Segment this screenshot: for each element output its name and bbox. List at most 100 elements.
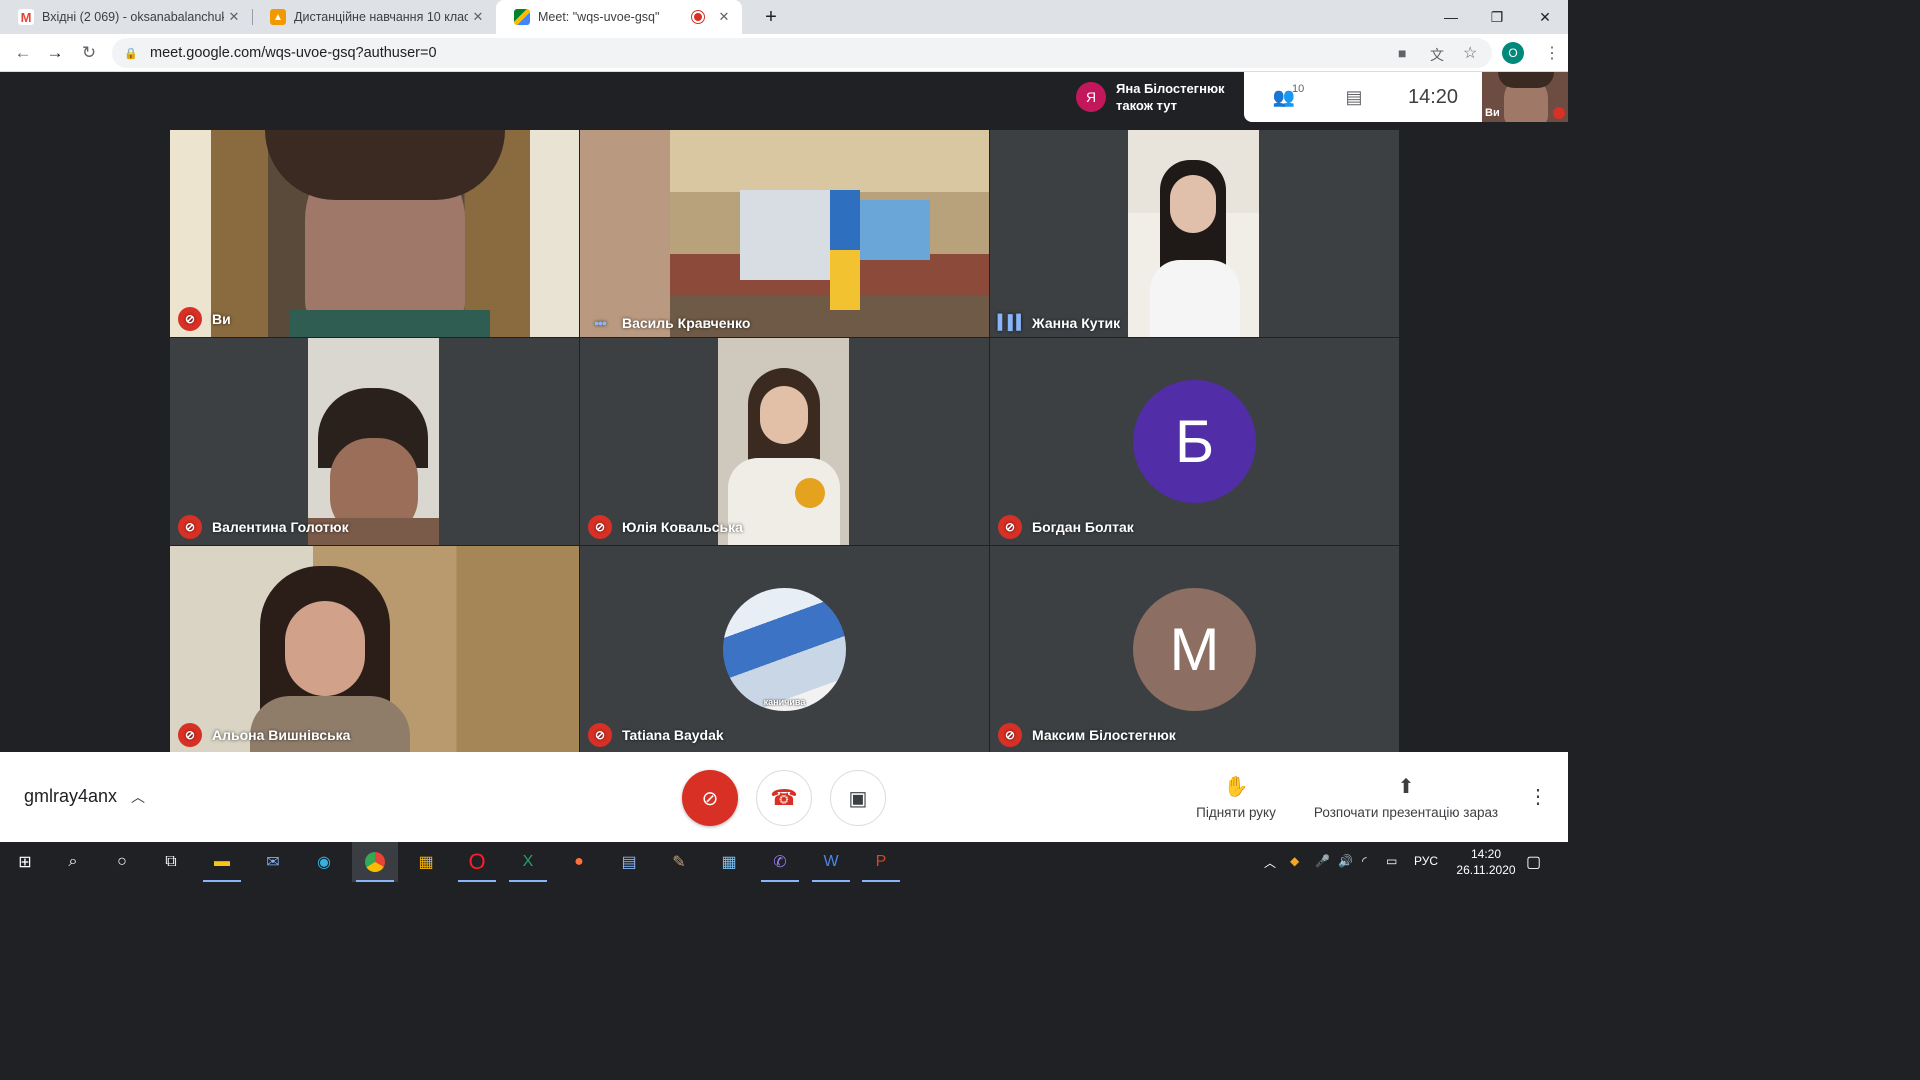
more-dots-icon: •••	[594, 315, 607, 331]
participant-tile[interactable]: М ⊘ Максим Білостегнюк	[990, 546, 1399, 753]
participant-name: ⊘ Ви	[178, 307, 231, 331]
reload-button[interactable]: ↻	[76, 40, 102, 66]
calculator-icon[interactable]: ▦	[706, 842, 752, 882]
minimize-button[interactable]: —	[1428, 0, 1474, 34]
mic-off-icon	[1553, 107, 1565, 119]
volume-icon[interactable]: 🔊	[1338, 854, 1353, 868]
tab-title: Дистанційне навчання 10 клас	[294, 10, 468, 24]
opera-icon[interactable]: O	[454, 842, 500, 882]
mic-off-icon: ⊘	[701, 787, 719, 810]
participant-tile[interactable]: каничива ⊘ Tatiana Baydak	[580, 546, 989, 753]
classroom-icon: ▲	[270, 9, 286, 25]
restore-button[interactable]: ❐	[1474, 0, 1520, 34]
meeting-clock: 14:20	[1407, 85, 1459, 108]
start-button[interactable]: ⊞	[2, 842, 48, 882]
edge-icon[interactable]: ◉	[301, 842, 347, 882]
tab-meet[interactable]: Meet: "wqs-uvoe-gsq" ✕	[496, 0, 742, 34]
save-icon[interactable]: ▤	[606, 842, 652, 882]
powerpoint-icon[interactable]: P	[858, 842, 904, 882]
chevron-up-icon[interactable]: ︿	[1264, 854, 1276, 871]
excel-icon[interactable]: X	[505, 842, 551, 882]
back-button[interactable]: ←	[10, 40, 36, 66]
close-icon[interactable]: ✕	[224, 9, 244, 25]
chevron-up-icon: ︿	[131, 788, 146, 805]
profile-avatar[interactable]: O	[1502, 42, 1524, 64]
store-icon[interactable]: ▦	[403, 842, 449, 882]
lock-icon: 🔒	[124, 47, 138, 60]
present-now-button[interactable]: ⬆ Розпочати презентацію зараз	[1306, 774, 1506, 820]
forward-button[interactable]: →	[42, 40, 68, 66]
chat-icon: ▤	[1345, 86, 1363, 107]
notifications-icon[interactable]: ▢	[1526, 852, 1541, 872]
system-clock[interactable]: 14:20 26.11.2020	[1446, 846, 1526, 878]
meeting-details[interactable]: gmlray4anx ︿	[24, 786, 145, 807]
present-label: Розпочати презентацію зараз	[1313, 805, 1499, 820]
more-options-icon[interactable]: ⋮	[1528, 784, 1548, 809]
word-icon[interactable]: W	[808, 842, 854, 882]
chrome-icon[interactable]	[352, 842, 398, 882]
meeting-code: gmlray4anx	[24, 786, 118, 806]
meeting-info-panel: 👥 10 ▤ 14:20	[1244, 72, 1482, 122]
recording-icon	[692, 11, 704, 23]
participants-count: 10	[1292, 82, 1305, 95]
participant-name: ⊘ Валентина Голотюк	[178, 515, 349, 539]
participant-tile[interactable]: ⊘ Альона Вишнівська	[170, 546, 579, 753]
battery-icon[interactable]: ▭	[1386, 854, 1397, 868]
participant-tile[interactable]: ⊘ Валентина Голотюк	[170, 338, 579, 545]
paint-icon[interactable]: ✎	[656, 842, 702, 882]
mic-off-icon: ⊘	[178, 307, 202, 331]
cortana-icon[interactable]: ○	[99, 842, 145, 882]
tab-title: Meet: "wqs-uvoe-gsq"	[538, 10, 660, 24]
participant-name: ⊘ Tatiana Baydak	[588, 723, 724, 747]
raise-hand-button[interactable]: ✋ Підняти руку	[1186, 774, 1286, 820]
participant-name: ▍▌▍ Жанна Кутик	[998, 314, 1121, 331]
browser-menu-icon[interactable]: ⋮	[1544, 43, 1560, 63]
participant-tile[interactable]: ⊘ Юлія Ковальська	[580, 338, 989, 545]
app-tray-icon[interactable]: ◆	[1290, 854, 1299, 868]
self-view-thumbnail[interactable]: Ви	[1482, 72, 1568, 122]
clock-date: 26.11.2020	[1456, 863, 1516, 877]
viber-icon[interactable]: ✆	[757, 842, 803, 882]
participant-tile[interactable]: ▍▌▍ Жанна Кутик	[990, 130, 1399, 337]
participant-tile[interactable]: ⊘ Ви	[170, 130, 579, 337]
close-window-button[interactable]: ✕	[1522, 0, 1568, 34]
tab-gmail[interactable]: M Вхідні (2 069) - oksanabalanchuk ✕	[0, 0, 252, 34]
mic-off-icon: ⊘	[178, 723, 202, 747]
wifi-icon[interactable]: ◜	[1362, 854, 1367, 868]
avatar: М	[1133, 588, 1256, 711]
meeting-controls: gmlray4anx ︿ ⊘ ☎ ▣ ✋ Підняти руку ⬆ Розп…	[0, 752, 1568, 842]
language-indicator[interactable]: РУС	[1414, 854, 1438, 868]
gmail-icon: M	[18, 9, 34, 25]
search-icon[interactable]: ⌕	[50, 842, 96, 882]
microphone-icon[interactable]: 🎤	[1315, 854, 1330, 868]
tab-classroom[interactable]: ▲ Дистанційне навчання 10 клас ✕	[252, 0, 496, 34]
file-explorer-icon[interactable]: ▬	[199, 842, 245, 882]
camera-icon[interactable]: ■	[1398, 45, 1406, 61]
present-screen-icon: ⬆	[1397, 776, 1415, 798]
chat-button[interactable]: ▤	[1324, 87, 1384, 108]
url-text: meet.google.com/wqs-uvoe-gsq?authuser=0	[150, 45, 437, 61]
camera-toggle-button[interactable]: ▣	[830, 770, 886, 826]
task-view-icon[interactable]: ⧉	[148, 842, 194, 882]
firefox-icon[interactable]: ●	[556, 842, 602, 882]
translate-icon[interactable]: 文	[1430, 45, 1444, 65]
url-bar[interactable]: 🔒 meet.google.com/wqs-uvoe-gsq?authuser=…	[112, 38, 1492, 68]
people-button[interactable]: 👥 10	[1244, 83, 1324, 108]
hand-icon: ✋	[1223, 776, 1249, 798]
close-icon[interactable]: ✕	[468, 9, 488, 25]
notice-name: Яна Білостегнюк	[1116, 81, 1225, 96]
participant-name: ⊘ Юлія Ковальська	[588, 515, 743, 539]
participant-tile[interactable]: Б ⊘ Богдан Болтак	[990, 338, 1399, 545]
mail-icon[interactable]: ✉	[250, 842, 296, 882]
participant-tile[interactable]: ••• Василь Кравченко	[580, 130, 989, 337]
leave-call-button[interactable]: ☎	[756, 770, 812, 826]
avatar: Я	[1076, 82, 1106, 112]
microphone-toggle-button[interactable]: ⊘	[682, 770, 738, 826]
close-icon[interactable]: ✕	[714, 9, 734, 25]
new-tab-button[interactable]: +	[748, 0, 794, 34]
windows-taskbar: ⊞ ⌕ ○ ⧉ ▬ ✉ ◉ ▦ O X ● ▤ ✎ ▦ ✆ W P ︿ ◆ 🎤 …	[0, 842, 1568, 882]
avatar: каничива	[723, 588, 846, 711]
bookmark-star-icon[interactable]: ☆	[1463, 43, 1477, 63]
clock-time: 14:20	[1470, 847, 1502, 861]
mic-off-icon: ⊘	[588, 723, 612, 747]
